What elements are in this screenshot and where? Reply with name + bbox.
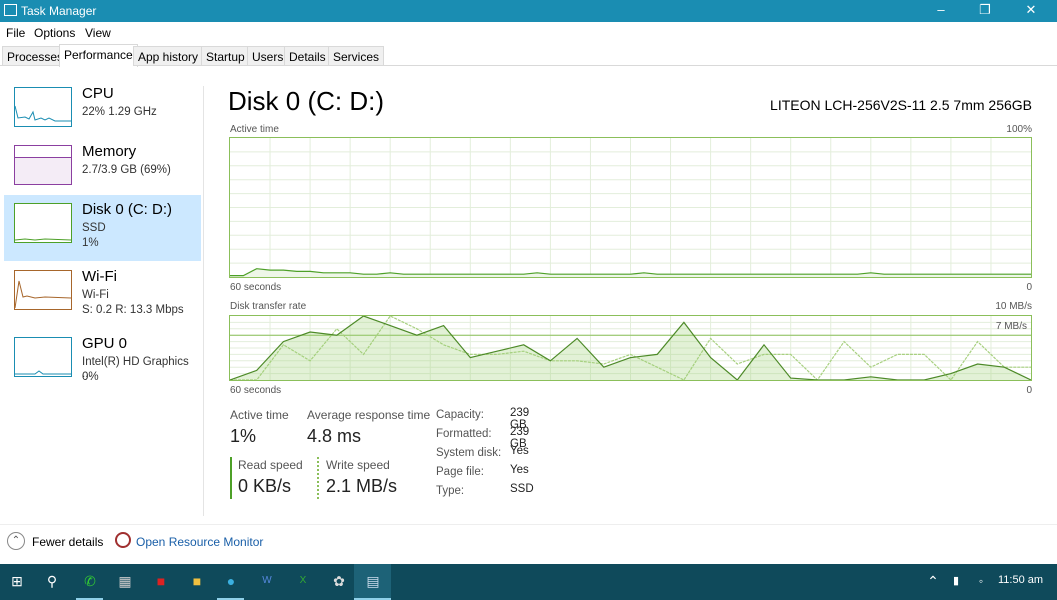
active-time-duration: 60 seconds xyxy=(230,282,282,293)
file-explorer-icon[interactable]: ■ xyxy=(186,570,208,592)
gpu-title: GPU 0 xyxy=(82,335,128,352)
memory-title: Memory xyxy=(82,143,137,160)
system-disk-label: System disk: xyxy=(436,447,502,459)
menu-options[interactable]: Options xyxy=(34,26,75,40)
write-speed-value: 2.1 MB/s xyxy=(326,476,398,496)
gpu-name: Intel(R) HD Graphics ... xyxy=(82,356,189,380)
menu-file[interactable]: File xyxy=(6,26,25,40)
chevron-up-icon[interactable]: ⌃ xyxy=(7,532,25,550)
cpu-usage: 22% 1.29 GHz xyxy=(82,106,157,118)
write-speed-marker xyxy=(317,457,319,499)
transfer-rate-max: 10 MB/s xyxy=(995,301,1032,312)
capacity-label: Capacity: xyxy=(436,409,484,421)
clock[interactable]: 11:50 am xyxy=(998,574,1043,586)
footer-divider xyxy=(0,524,1057,525)
gpu-usage: 0% xyxy=(82,371,99,383)
wifi-throughput: S: 0.2 R: 13.3 Mbps xyxy=(82,304,184,316)
search-icon[interactable]: ⚲ xyxy=(41,570,63,592)
sidebar-item-wifi[interactable]: Wi-Fi Wi-Fi S: 0.2 R: 13.3 Mbps xyxy=(4,262,201,328)
page-title: Disk 0 (C: D:) xyxy=(228,86,384,116)
memory-usage: 2.7/3.9 GB (69%) xyxy=(82,164,171,176)
tab-users[interactable]: Users xyxy=(247,46,289,66)
transfer-rate-duration: 60 seconds xyxy=(230,385,282,396)
sidebar-item-gpu-0[interactable]: GPU 0 Intel(R) HD Graphics ... 0% xyxy=(4,329,201,395)
excel-icon[interactable]: X xyxy=(292,570,314,592)
window-title: Task Manager xyxy=(21,4,97,18)
active-time-stat-label: Active time xyxy=(230,408,289,422)
battery-icon[interactable]: ▮ xyxy=(945,570,967,592)
active-time-min: 0 xyxy=(1026,282,1032,293)
menu-bar: File Options View xyxy=(0,22,1057,42)
transfer-rate-line-label: 7 MB/s xyxy=(995,321,1027,332)
read-speed-marker xyxy=(230,457,232,499)
read-speed-value: 0 KB/s xyxy=(238,476,292,496)
transfer-rate-graph xyxy=(229,315,1032,381)
active-time-max: 100% xyxy=(1006,124,1032,135)
disk-title: Disk 0 (C: D:) xyxy=(82,201,172,218)
page-file-label: Page file: xyxy=(436,466,484,478)
task-manager-taskbar-button[interactable]: ▤ xyxy=(354,564,391,600)
edge-icon[interactable]: ● xyxy=(220,570,242,592)
wifi-thumbnail-graph xyxy=(14,270,72,310)
sidebar-item-cpu[interactable]: CPU 22% 1.29 GHz xyxy=(4,79,201,145)
tab-details[interactable]: Details xyxy=(284,46,331,66)
divider xyxy=(203,86,204,516)
system-disk-value: Yes xyxy=(510,445,529,457)
disk-type: SSD xyxy=(82,222,106,234)
tab-bar: Processes Performance App history Startu… xyxy=(0,44,1057,67)
paint-icon[interactable]: ✿ xyxy=(328,570,350,592)
calculator-icon[interactable]: ▦ xyxy=(114,570,136,592)
cpu-thumbnail-graph xyxy=(14,87,72,127)
gpu-thumbnail-graph xyxy=(14,337,72,377)
wifi-adapter: Wi-Fi xyxy=(82,289,109,301)
start-icon[interactable]: ⊞ xyxy=(6,570,28,592)
sidebar-item-disk-0[interactable]: Disk 0 (C: D:) SSD 1% xyxy=(4,195,201,261)
fewer-details-button[interactable]: Fewer details xyxy=(32,535,103,549)
resource-monitor-icon xyxy=(115,532,131,548)
show-hidden-icons-icon[interactable]: ⌃ xyxy=(922,570,944,592)
whatsapp-icon[interactable]: ✆ xyxy=(79,570,101,592)
avg-response-value: 4.8 ms xyxy=(307,426,362,446)
task-manager-taskbar-icon: ▤ xyxy=(366,573,380,589)
write-speed-label: Write speed xyxy=(326,458,390,472)
memory-thumbnail-graph xyxy=(14,145,72,185)
open-resource-monitor-link[interactable]: Open Resource Monitor xyxy=(136,535,263,549)
tab-performance[interactable]: Performance xyxy=(59,44,138,67)
wifi-icon[interactable]: ◦ xyxy=(970,570,992,592)
type-value: SSD xyxy=(510,483,534,495)
title-bar: Task Manager – ❐ ✕ xyxy=(0,0,1057,22)
disk-properties: Capacity: 239 GB Formatted: 239 GB System … xyxy=(436,407,534,502)
disk-model: LITEON LCH-256V2S-11 2.5 7mm 256GB xyxy=(770,97,1032,113)
close-button[interactable]: ✕ xyxy=(1016,2,1046,18)
restore-button[interactable]: ❐ xyxy=(970,2,1000,18)
avg-response-label: Average response time xyxy=(307,408,431,422)
type-label: Type: xyxy=(436,485,465,497)
tab-startup[interactable]: Startup xyxy=(201,46,250,66)
minimize-button[interactable]: – xyxy=(926,2,956,17)
transfer-rate-label: Disk transfer rate xyxy=(230,301,307,312)
tab-app-history[interactable]: App history xyxy=(133,46,204,66)
task-manager-icon xyxy=(4,4,17,16)
read-speed-label: Read speed xyxy=(238,458,303,472)
word-icon[interactable]: W xyxy=(256,570,278,592)
cpu-title: CPU xyxy=(82,85,114,102)
menu-view[interactable]: View xyxy=(85,26,111,40)
taskbar: ⊞ ⚲ ✆ ▦ ■ ■ ● W X ✿ ▤ ⌃ ▮ ◦ 11:50 am xyxy=(0,564,1057,600)
wifi-title: Wi-Fi xyxy=(82,268,117,285)
active-time-graph xyxy=(229,137,1032,278)
page-file-value: Yes xyxy=(510,464,529,476)
sidebar-item-memory[interactable]: Memory 2.7/3.9 GB (69%) xyxy=(4,137,201,203)
transfer-rate-min: 0 xyxy=(1026,385,1032,396)
acrobat-icon[interactable]: ■ xyxy=(150,570,172,592)
active-time-label: Active time xyxy=(230,124,279,135)
disk-usage: 1% xyxy=(82,237,99,249)
active-time-stat-value: 1% xyxy=(230,426,257,446)
disk-thumbnail-graph xyxy=(14,203,72,243)
tab-services[interactable]: Services xyxy=(328,46,385,66)
formatted-label: Formatted: xyxy=(436,428,492,440)
